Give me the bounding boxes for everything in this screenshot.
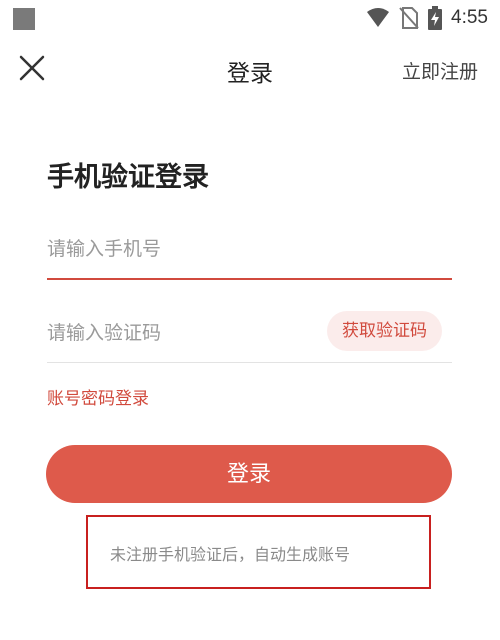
app-square-icon (13, 8, 35, 30)
login-button[interactable]: 登录 (46, 445, 452, 503)
status-icons: 4:55 (366, 5, 488, 31)
hint-text: 未注册手机验证后，自动生成账号 (110, 545, 351, 564)
phone-input[interactable] (47, 234, 307, 264)
wifi-icon (367, 8, 390, 27)
account-password-login-link[interactable]: 账号密码登录 (47, 384, 149, 409)
form-heading: 手机验证登录 (47, 162, 209, 193)
get-code-button[interactable]: 获取验证码 (327, 311, 442, 351)
battery-charging-icon (428, 6, 443, 30)
code-field: 获取验证码 (47, 306, 452, 363)
header: 登录 立即注册 (0, 36, 500, 100)
no-sim-icon (399, 7, 419, 29)
phone-field (47, 222, 452, 280)
hint-box: 未注册手机验证后，自动生成账号 (86, 515, 431, 589)
code-input[interactable] (47, 318, 307, 348)
status-bar: 4:55 (0, 0, 500, 36)
clock: 4:55 (451, 7, 488, 28)
register-link[interactable]: 立即注册 (402, 57, 478, 84)
